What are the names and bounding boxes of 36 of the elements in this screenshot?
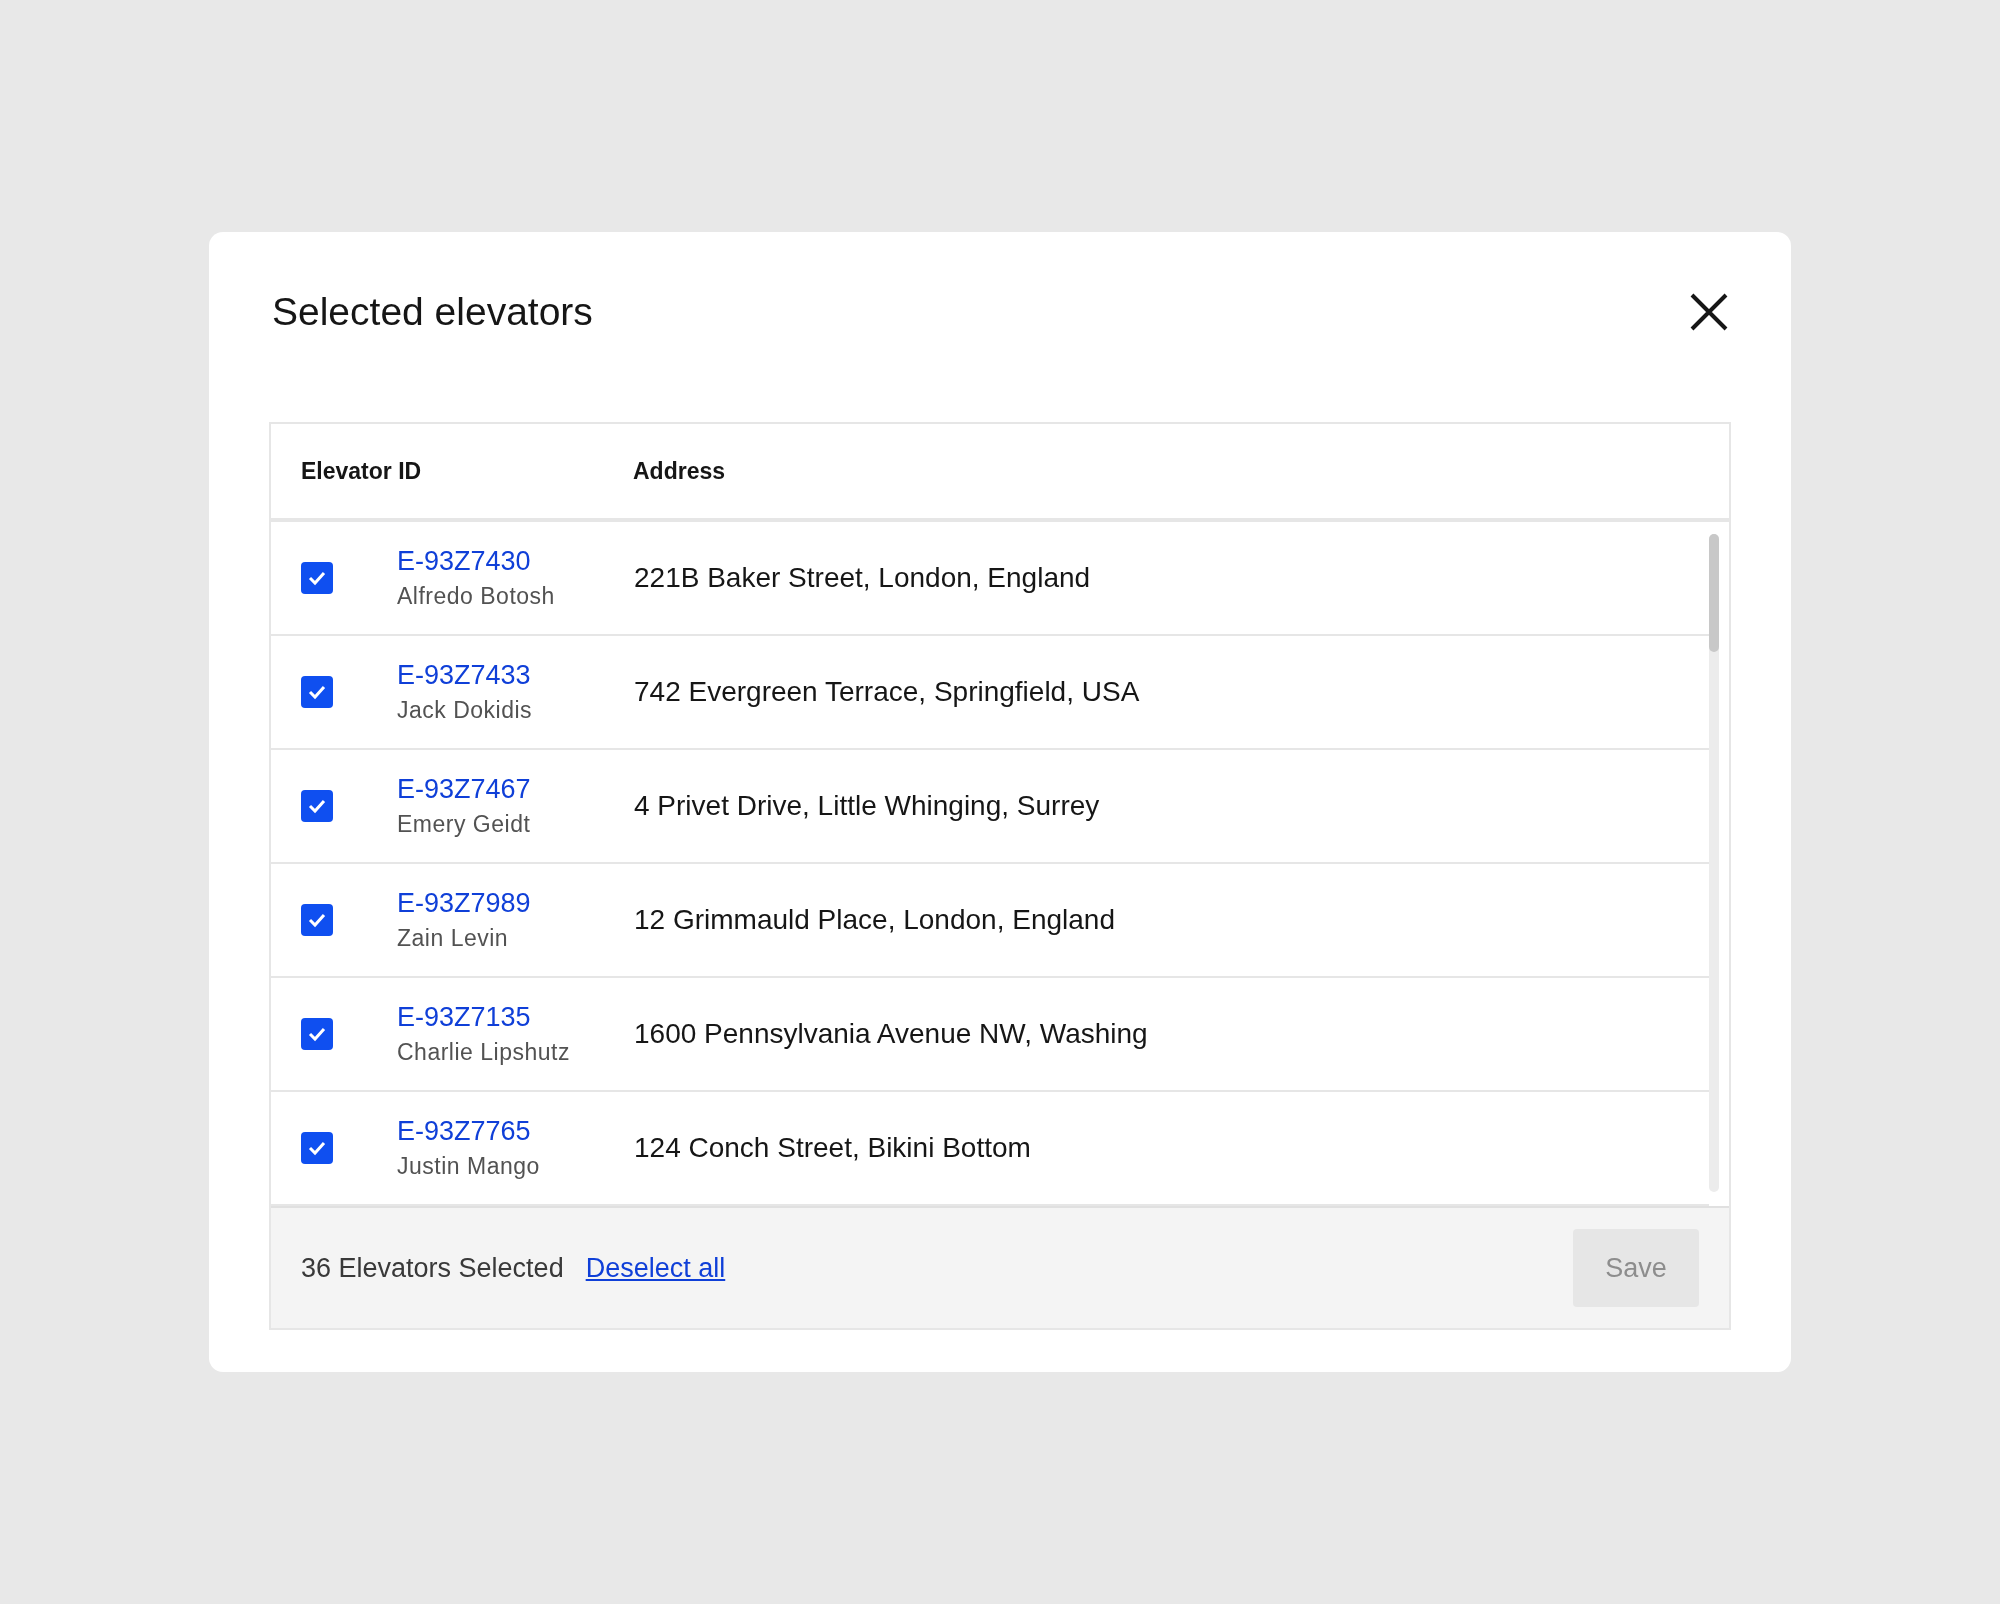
address-cell-text: 221B Baker Street, London, England [634,562,1092,594]
checkbox[interactable] [301,676,333,708]
checkmark-icon [307,912,327,928]
elevator-id-link[interactable]: E-93Z7430 [397,546,634,577]
address-cell-text: 4 Privet Drive, Little Whinging, Surrey [634,790,1101,822]
elevator-id-link[interactable]: E-93Z7989 [397,888,634,919]
checkbox[interactable] [301,904,333,936]
column-header: Elevator ID [300,457,423,485]
owner-name: Jack Dokidis [397,697,534,724]
address-cell-text: 742 Evergreen Terrace, Springfield, USA [634,676,1141,708]
address-cell-text: 12 Grimmauld Place, London, England [634,904,1116,936]
checkbox[interactable] [301,1132,333,1164]
selection-count: 36 Elevators Selected [301,1252,564,1284]
owner-name: Emery Geidt [397,811,532,838]
checkmark-icon [307,1026,327,1042]
column-header: Address [632,457,727,485]
address-cell-text: 124 Conch Street, Bikini Bottom [634,1132,1032,1164]
address-cell-text: 1600 Pennsylvania Avenue NW, Washing [634,1018,1149,1050]
checkbox[interactable] [301,1018,333,1050]
deselect-all-link[interactable]: Deselect all [585,1252,726,1284]
owner-name: Justin Mango [397,1153,541,1180]
checkmark-icon [307,684,327,700]
checkmark-icon [307,570,327,586]
elevator-id-link[interactable]: E-93Z7765 [397,1116,634,1147]
owner-name: Alfredo Botosh [397,583,556,610]
checkbox[interactable] [301,790,333,822]
owner-name: Charlie Lipshutz [397,1039,571,1066]
checkbox[interactable] [301,562,333,594]
elevator-id-link[interactable]: E-93Z7467 [397,774,634,805]
scrollbar[interactable] [1709,534,1719,1192]
elevator-id-link[interactable]: E-93Z7433 [397,660,634,691]
elevator-id-link[interactable]: E-93Z7135 [397,1002,634,1033]
checkmark-icon [307,1140,327,1156]
owner-name: Zain Levin [397,925,510,952]
dialog-title: Selected elevators [272,290,593,334]
checkmark-icon [307,798,327,814]
